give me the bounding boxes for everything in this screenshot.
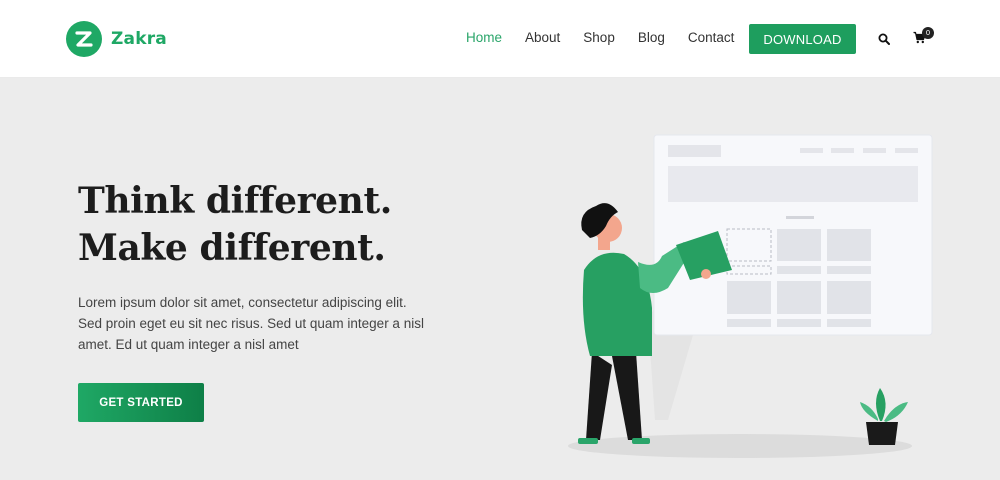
search-icon[interactable] [878,32,890,50]
browser-mockup [653,134,933,336]
download-button[interactable]: DOWNLOAD [749,24,856,54]
nav-item-about[interactable]: About [525,30,560,45]
plant-illustration [860,388,908,445]
hero-headline: Think different. Make different. [78,178,392,272]
brand-name: Zakra [111,29,167,49]
hero-illustration [568,134,933,458]
zakra-logo-icon [66,21,102,57]
site-logo[interactable]: Zakra [66,21,167,57]
nav-item-home[interactable]: Home [466,30,502,45]
nav-item-blog[interactable]: Blog [638,30,665,45]
get-started-button[interactable]: GET STARTED [78,383,204,422]
paragraph-line-2: Sed proin eget eu sit nec risus. Sed ut … [78,316,424,331]
nav-item-shop[interactable]: Shop [583,30,615,45]
site-header: Zakra Home About Shop Blog Contact DOWNL… [0,0,1000,78]
paragraph-line-1: Lorem ipsum dolor sit amet, consectetur … [78,295,407,310]
nav-item-contact[interactable]: Contact [688,30,735,45]
hero-paragraph: Lorem ipsum dolor sit amet, consectetur … [78,292,453,355]
paragraph-line-3: amet. Ed ut quam integer a nisl amet [78,337,299,352]
cart-count-badge: 0 [922,27,934,39]
headline-line-1: Think different. [78,180,392,222]
headline-line-2: Make different. [78,227,386,269]
main-nav: Home About Shop Blog Contact [466,30,757,45]
